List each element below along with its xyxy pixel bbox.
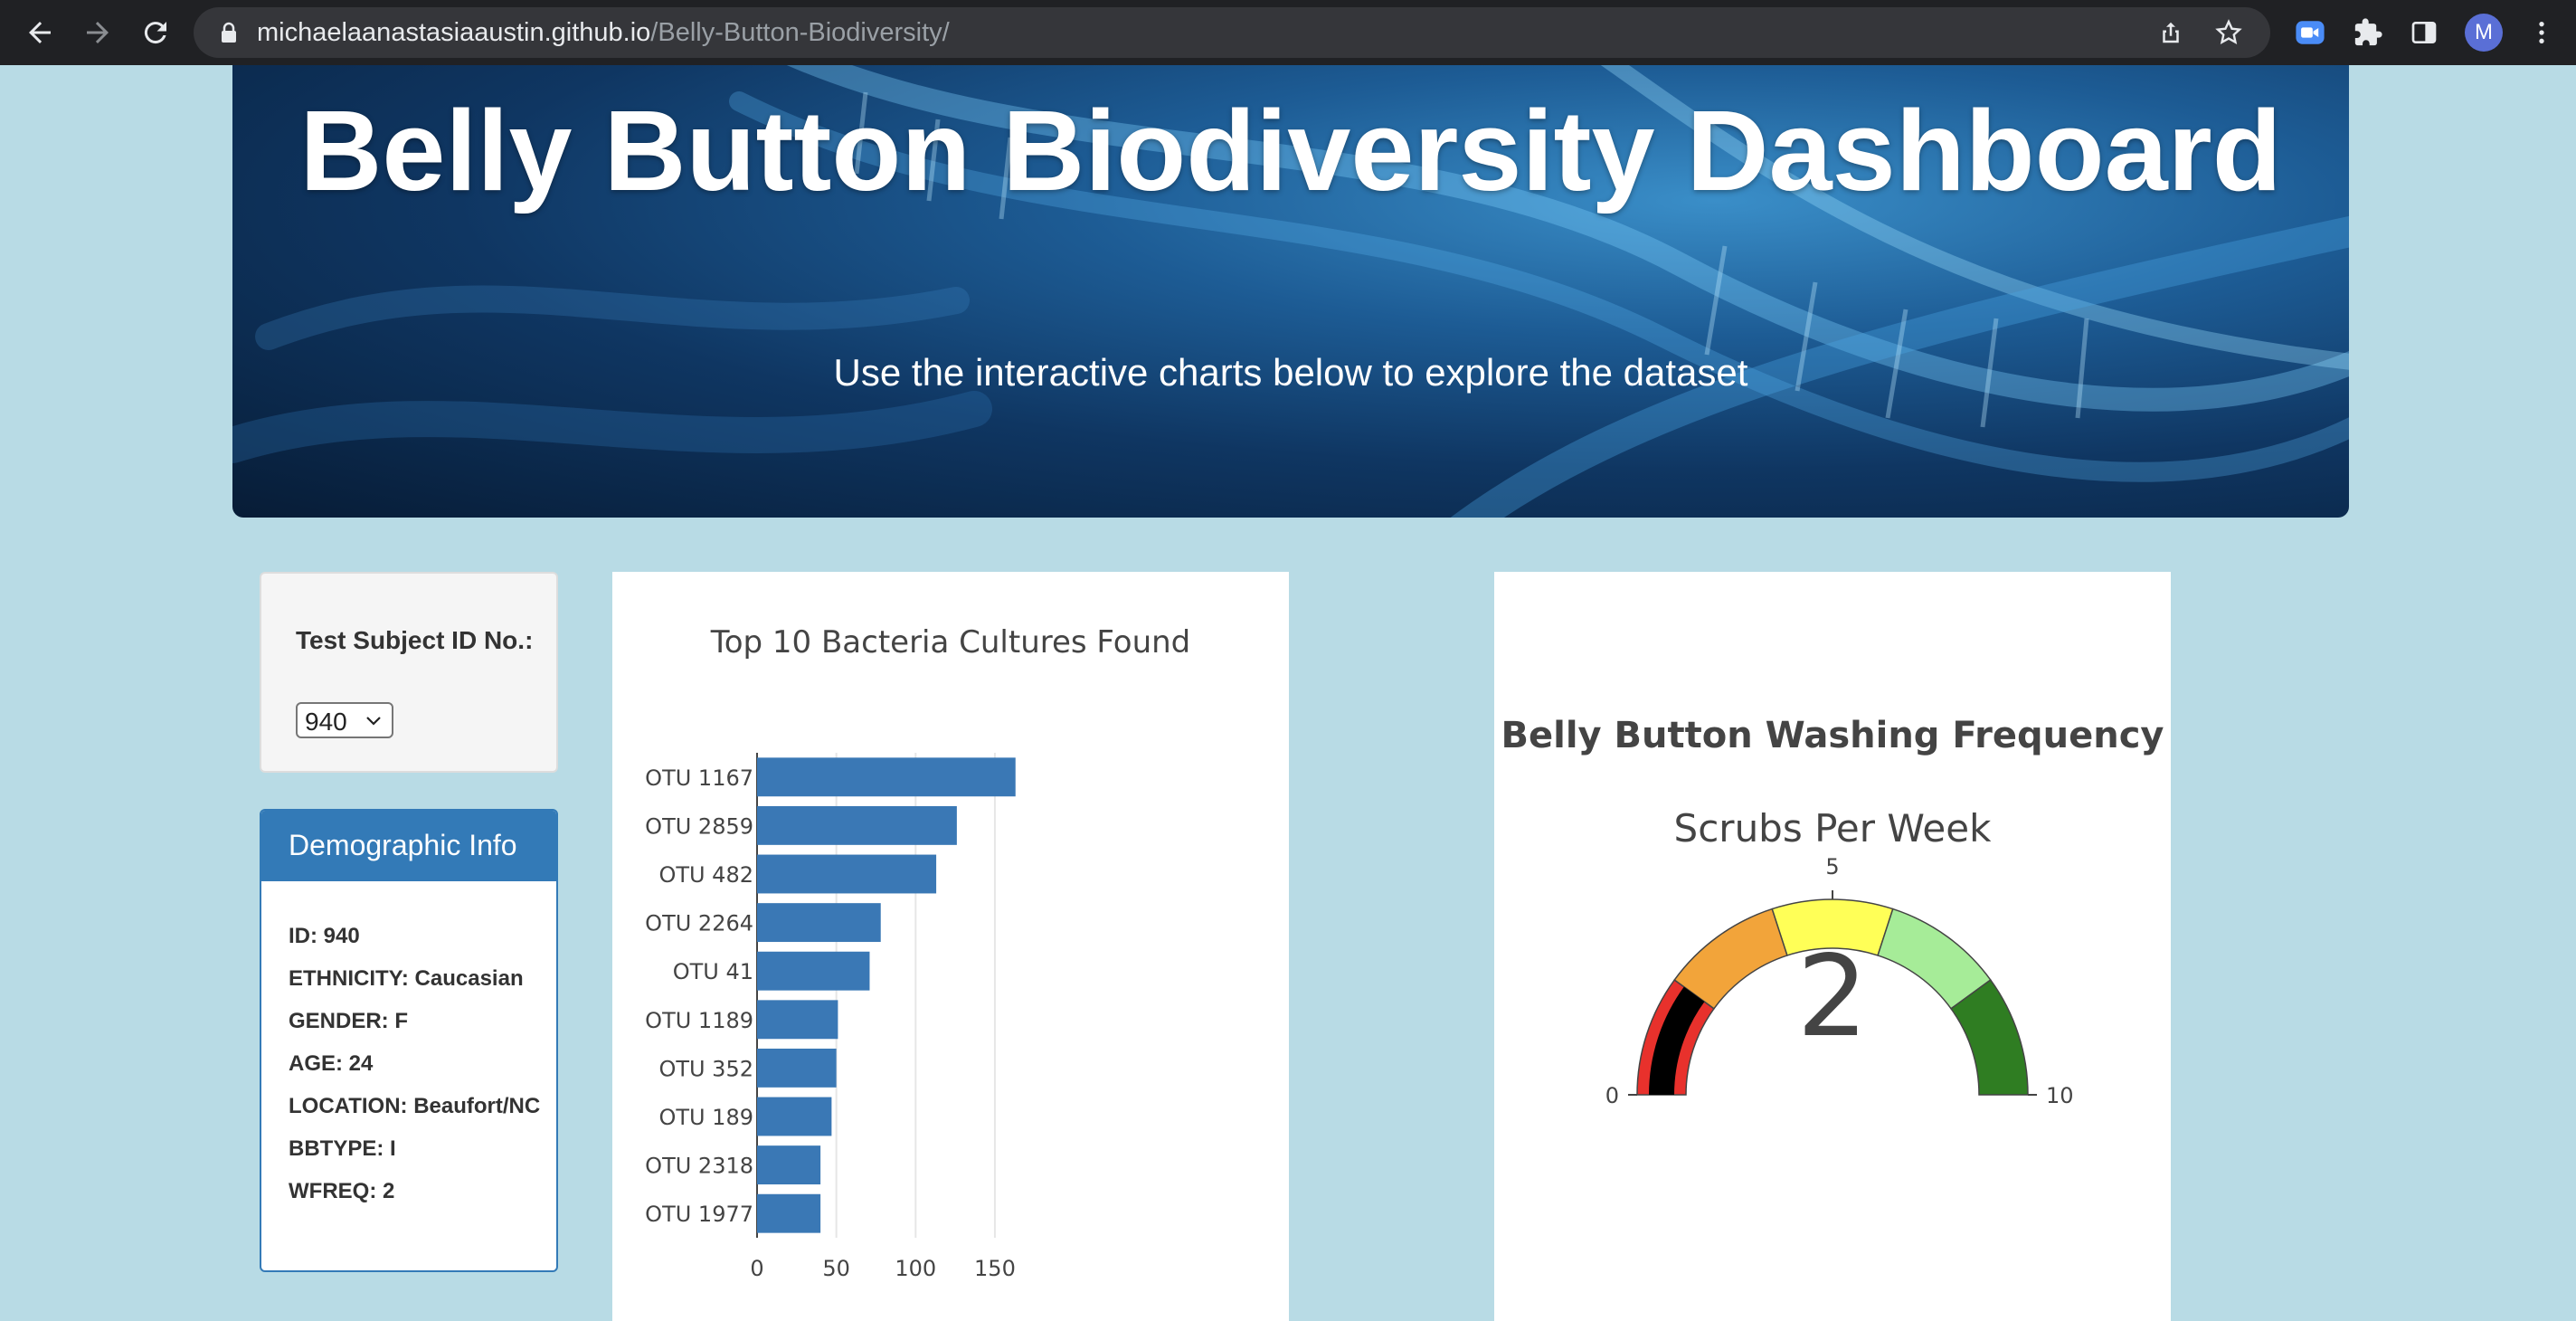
bar-chart-title: Top 10 Bacteria Cultures Found [710,624,1191,660]
bar[interactable] [757,1145,821,1185]
menu-button[interactable] [2520,11,2563,54]
bar-chart[interactable]: Top 10 Bacteria Cultures Found OTU 1167O… [612,572,1289,1321]
x-tick-label: 0 [750,1256,763,1281]
bar-chart-y-labels: OTU 1167 OTU 2859 OTU 482 OTU 2264 OTU 41 OTU… [645,765,753,1227]
y-tick-label: OTU 2318 [645,1154,753,1179]
avatar: M [2465,14,2503,52]
arrow-right-icon [87,22,109,43]
y-tick-label: OTU 482 [658,862,753,888]
arrow-left-icon [29,22,51,43]
puzzle-icon [2354,18,2382,46]
subject-id-value: 940 [305,708,347,736]
demographic-row-age: AGE: 24 [289,1051,374,1076]
extensions-button[interactable] [2346,11,2390,54]
bar[interactable] [757,951,870,991]
y-tick-label: OTU 352 [658,1056,753,1081]
demographic-info-list: ID: 940 ETHNICITY: Caucasian GENDER: F A… [289,925,551,1222]
gauge-tick-label: 5 [1825,854,1839,879]
x-tick-label: 50 [822,1256,850,1281]
chevron-down-icon [365,708,383,739]
subject-id-dropdown[interactable]: 940 [296,702,393,738]
demographic-info-title: Demographic Info [289,829,517,861]
bar-chart-panel: Top 10 Bacteria Cultures Found OTU 1167 O… [612,572,1289,1321]
demographic-row-bbtype: BBTYPE: I [289,1136,396,1161]
bar[interactable] [757,1193,821,1233]
page-title: Belly Button Biodiversity Dashboard [299,87,2282,214]
bar[interactable] [757,903,881,943]
y-tick-label: OTU 1167 [645,765,753,791]
subject-selector-label: Test Subject ID No.: [296,626,534,654]
x-tick-label: 150 [974,1256,1016,1281]
y-tick-label: OTU 1189 [645,1008,753,1033]
lock-icon [222,22,236,43]
video-camera-icon [2296,21,2325,44]
bar[interactable] [757,1097,832,1136]
reload-icon [144,22,166,44]
subject-selector-panel: Test Subject ID No.: 940 [260,572,558,773]
y-tick-label: OTU 1977 [645,1202,753,1227]
y-tick-label: OTU 2859 [645,813,753,839]
bar-chart-bars [757,757,1016,1233]
address-bar[interactable]: michaelaanastasiaaustin.github.io/Belly-… [194,7,2270,58]
gauge-chart[interactable]: Belly Button Washing Frequency Scrubs Pe… [1494,572,2171,1321]
y-tick-label: OTU 189 [658,1105,753,1130]
gauge-subtitle: Scrubs Per Week [1674,806,1993,851]
bar[interactable] [757,1000,838,1040]
share-button[interactable] [2149,11,2192,54]
extension-zoom-button[interactable] [2288,11,2332,54]
avatar-initial: M [2475,20,2493,44]
hero-banner: Belly Button Biodiversity Dashboard Use … [232,65,2349,518]
share-icon [2163,22,2179,43]
demographic-row-ethnicity: ETHNICITY: Caucasian [289,966,524,991]
reload-button[interactable] [132,9,179,56]
page-subtitle: Use the interactive charts below to expl… [833,351,1748,394]
browser-toolbar: michaelaanastasiaaustin.github.io/Belly-… [0,0,2576,65]
gauge-title: Belly Button Washing Frequency [1501,715,2164,756]
y-tick-label: OTU 41 [673,959,753,984]
bar[interactable] [757,1048,837,1088]
gauge-tick-label: 0 [1605,1083,1619,1108]
side-panel-icon [2411,22,2437,43]
y-tick-label: OTU 2264 [645,911,753,936]
forward-button[interactable] [74,9,121,56]
gauge-value-number: 2 [1797,932,1869,1062]
bar[interactable] [757,854,937,894]
bar-chart-x-labels: 0 50 100 150 [750,1256,1015,1281]
star-icon [2215,19,2242,44]
profile-button[interactable]: M [2462,11,2505,54]
demographic-info-panel: Demographic Info ID: 940 ETHNICITY: Cauc… [260,809,558,1272]
demographic-info-header: Demographic Info [261,811,556,881]
demographic-row-gender: GENDER: F [289,1009,408,1033]
demographic-row-location: LOCATION: Beaufort/NC [289,1094,541,1118]
side-panel-button[interactable] [2402,11,2446,54]
x-tick-label: 100 [895,1256,936,1281]
demographic-row-id: ID: 940 [289,924,360,948]
bookmark-button[interactable] [2207,11,2250,54]
back-button[interactable] [16,9,63,56]
bar[interactable] [757,757,1016,797]
gauge-chart-panel: Belly Button Washing Frequency Scrubs Pe… [1494,572,2171,1321]
gauge-tick-label: 10 [2046,1083,2074,1108]
more-vertical-icon [2539,22,2544,43]
url-text: michaelaanastasiaaustin.github.io/Belly-… [257,18,950,47]
demographic-row-wfreq: WFREQ: 2 [289,1179,395,1203]
bar[interactable] [757,805,957,845]
